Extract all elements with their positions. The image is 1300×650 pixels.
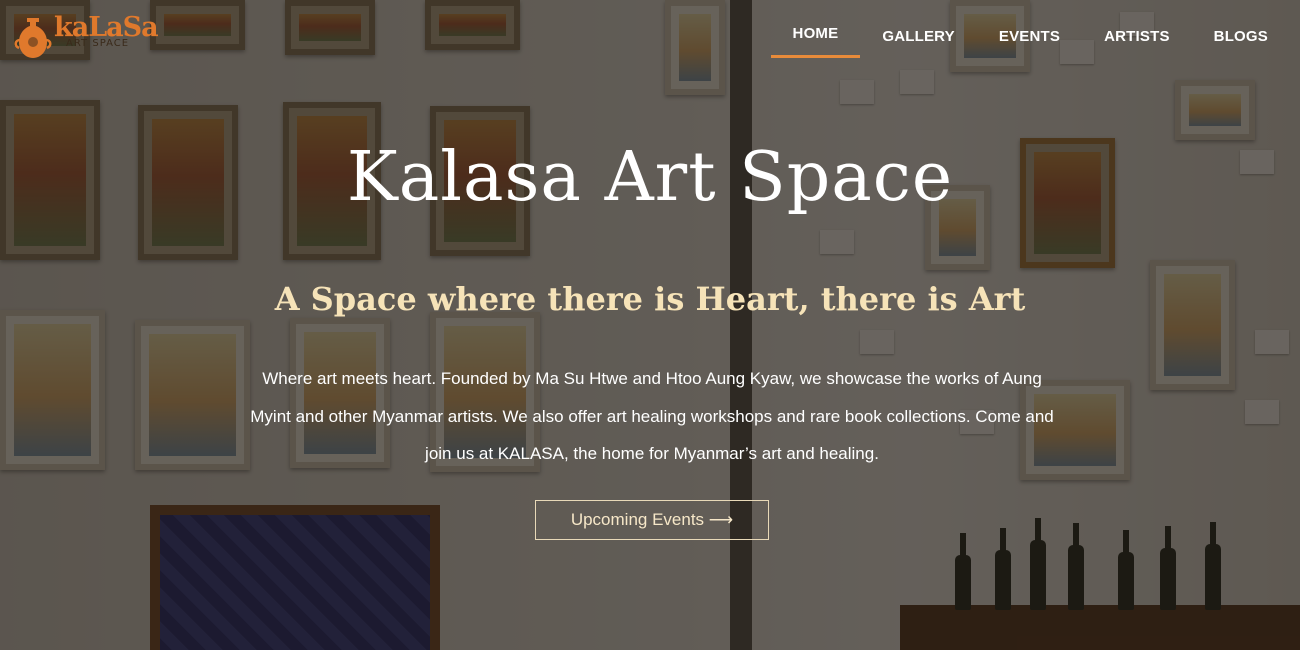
main-nav: HOME GALLERY EVENTS ARTISTS BLOGS [770, 25, 1290, 63]
nav-item-home[interactable]: HOME [770, 25, 861, 60]
logo-wordmark: kaLaSa [54, 12, 159, 43]
hero-title: Kalasa Art Space [346, 138, 954, 217]
nav-item-gallery[interactable]: GALLERY [860, 28, 977, 63]
hero-subtitle: A Space where there is Heart, there is A… [274, 280, 1026, 318]
upcoming-events-button[interactable]: Upcoming Events ⟶ [535, 500, 769, 540]
site-logo[interactable]: kaLaSa ART SPACE [14, 12, 159, 62]
hero-background-photo [0, 0, 1300, 650]
vase-icon [14, 14, 52, 62]
nav-item-artists[interactable]: ARTISTS [1082, 28, 1192, 63]
nav-item-blogs[interactable]: BLOGS [1192, 28, 1290, 63]
nav-item-events[interactable]: EVENTS [977, 28, 1082, 63]
hero-description: Where art meets heart. Founded by Ma Su … [250, 369, 1054, 463]
